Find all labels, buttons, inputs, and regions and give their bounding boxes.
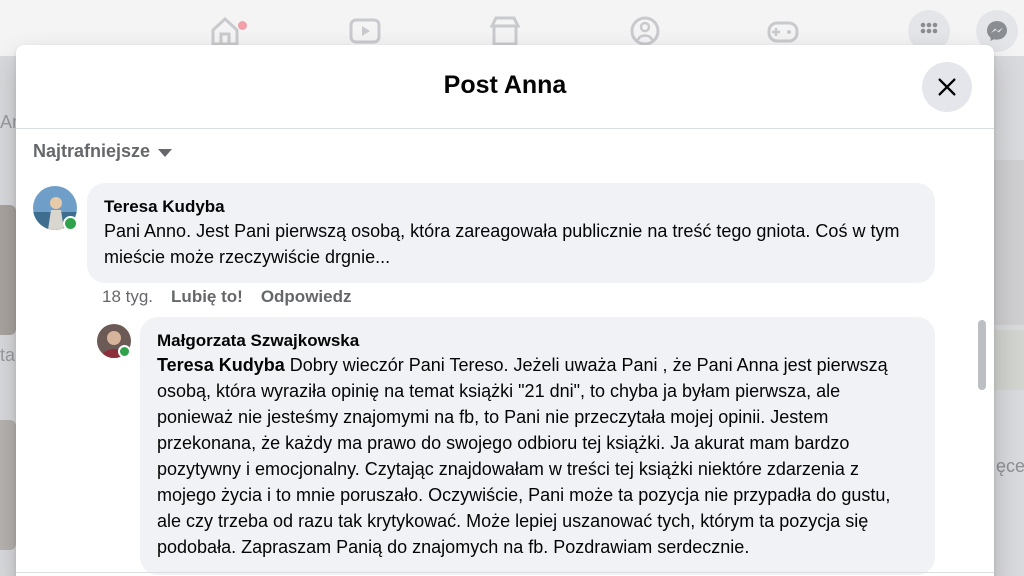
post-dialog: Post Anna Najtrafniejsze Teresa Kudyba P… (16, 45, 994, 576)
close-icon (938, 78, 956, 96)
online-status-dot (63, 216, 78, 231)
mention-link[interactable]: Teresa Kudyba (157, 355, 285, 375)
marketplace-icon[interactable] (488, 14, 522, 48)
notification-dot (238, 21, 247, 30)
sort-label: Najtrafniejsze (33, 141, 151, 161)
background-card (994, 330, 1024, 390)
background-photo (0, 420, 16, 550)
comment-text: Teresa Kudyba Dobry wieczór Pani Tereso.… (157, 352, 918, 560)
comment-author[interactable]: Teresa Kudyba (104, 196, 918, 218)
comment-text: Pani Anno. Jest Pani pierwszą osobą, któ… (104, 221, 900, 267)
groups-icon[interactable] (628, 14, 662, 48)
divider (16, 572, 994, 573)
reply-button[interactable]: Odpowiedz (261, 287, 352, 307)
background-text-fragment: ęce (996, 456, 1024, 476)
comment-body: Dobry wieczór Pani Tereso. Jeżeli uważa … (157, 355, 891, 557)
background-text-fragment: ta (0, 345, 16, 365)
dialog-header: Post Anna (16, 45, 994, 129)
comment-actions: 18 tyg. Lubię to! Odpowiedz (102, 287, 351, 307)
caret-down-icon (158, 148, 173, 157)
comment-bubble: Małgorzata Szwajkowska Teresa Kudyba Dob… (140, 317, 935, 575)
like-button[interactable]: Lubię to! (171, 287, 243, 307)
comment-author[interactable]: Małgorzata Szwajkowska (157, 330, 918, 352)
background-photo (0, 205, 16, 335)
comment-sort-dropdown[interactable]: Najtrafniejsze (33, 141, 173, 162)
home-icon[interactable] (208, 14, 242, 48)
online-status-dot (118, 345, 131, 358)
background-card (994, 160, 1024, 325)
video-icon[interactable] (348, 14, 382, 48)
comment-bubble: Teresa Kudyba Pani Anno. Jest Pani pierw… (87, 183, 935, 283)
comment-timestamp[interactable]: 18 tyg. (102, 287, 153, 307)
dialog-title: Post Anna (443, 71, 567, 99)
gaming-icon[interactable] (766, 14, 800, 48)
scrollbar-thumb[interactable] (978, 320, 986, 390)
close-button[interactable] (922, 62, 972, 112)
